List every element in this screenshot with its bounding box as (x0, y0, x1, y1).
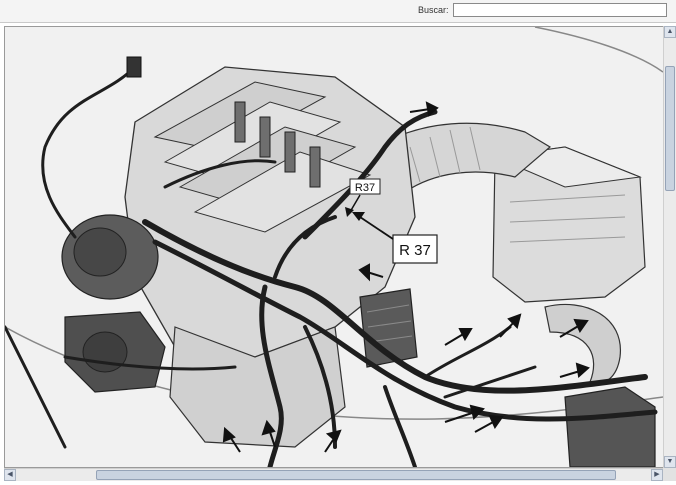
search-label: Buscar: (418, 5, 449, 15)
scrollbar-corner (663, 468, 676, 481)
vertical-scrollbar[interactable]: ▲ ▼ (663, 26, 676, 468)
diagram-viewer[interactable]: R37 R 37 (4, 26, 664, 468)
scroll-left-button[interactable]: ◀ (4, 469, 16, 481)
scroll-down-button[interactable]: ▼ (664, 456, 676, 468)
scroll-right-button[interactable]: ▶ (651, 469, 663, 481)
horizontal-scrollbar[interactable]: ◀ ▶ (4, 468, 663, 481)
callout-r37-large-text: R 37 (399, 242, 431, 259)
search-input[interactable] (453, 3, 667, 17)
top-toolbar: Buscar: (0, 0, 676, 23)
engine-wiring-diagram: R37 R 37 (5, 27, 663, 467)
top-connector (126, 56, 142, 78)
horizontal-scroll-thumb[interactable] (96, 470, 616, 480)
scroll-up-button[interactable]: ▲ (664, 26, 676, 38)
fuse-box (564, 386, 656, 467)
callout-r37-small-text: R37 (355, 182, 375, 194)
vertical-scroll-thumb[interactable] (665, 66, 675, 191)
